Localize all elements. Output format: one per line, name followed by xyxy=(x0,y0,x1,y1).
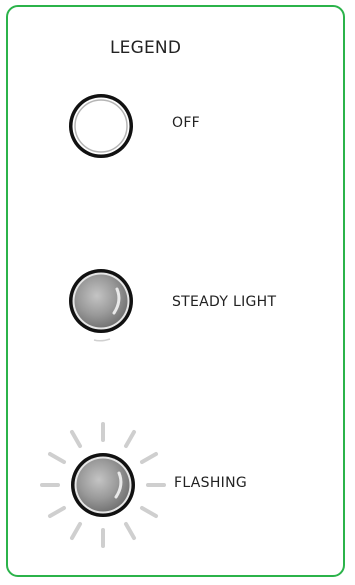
legend-label-steady-light: STEADY LIGHT xyxy=(172,294,277,310)
lamp-flashing-icon xyxy=(40,422,166,548)
lamp-steady-icon xyxy=(69,269,133,342)
lamp-off-icon xyxy=(69,94,133,158)
legend-label-off: OFF xyxy=(172,115,201,131)
legend-label-flashing: FLASHING xyxy=(174,475,248,491)
legend-title: LEGEND xyxy=(110,38,182,58)
